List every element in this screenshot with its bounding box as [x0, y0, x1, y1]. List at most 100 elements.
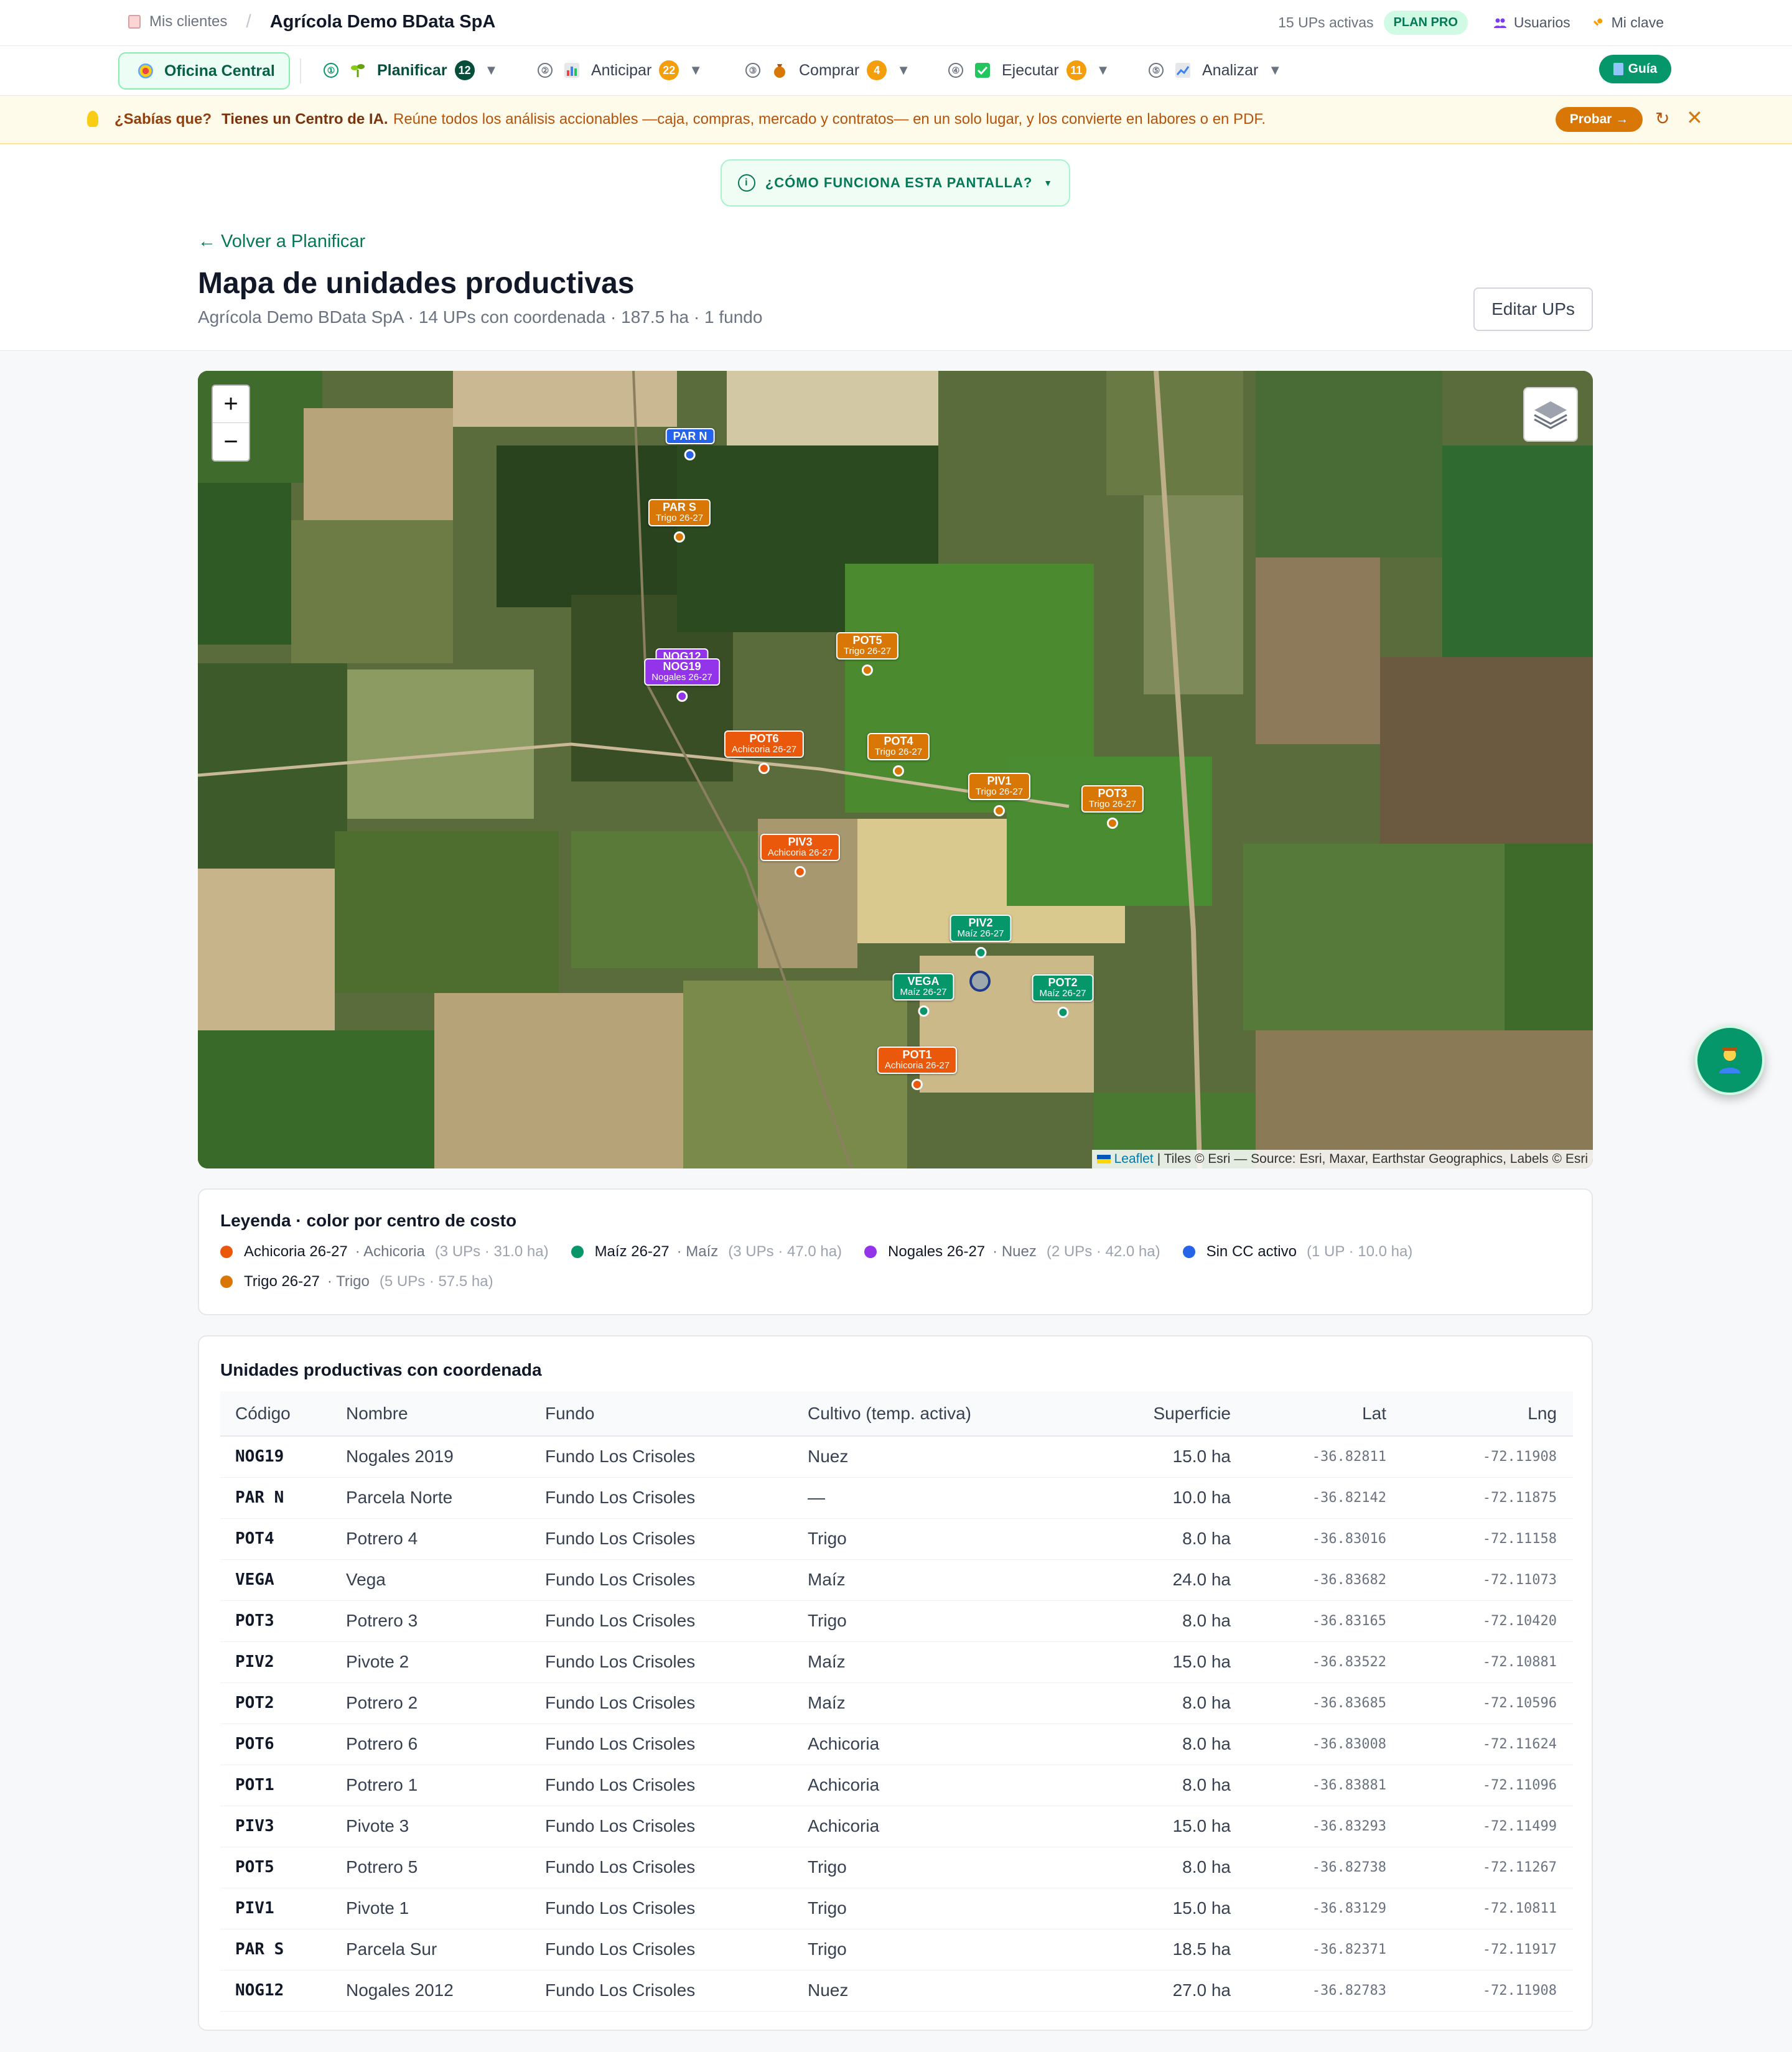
map-marker-piv3[interactable]: PIV3 Achicoria 26-27 — [760, 834, 841, 877]
guide-button[interactable]: Guía — [1599, 55, 1671, 83]
tab-planificar[interactable]: ① Planificar 12 ▼ — [324, 56, 498, 85]
col-header-area[interactable]: Superficie — [1085, 1391, 1247, 1437]
map-marker-vega[interactable]: VEGA Maíz 26-27 — [892, 973, 954, 1017]
marker-code: POT1 — [902, 1048, 932, 1061]
chevron-down-icon[interactable]: ▼ — [897, 62, 910, 78]
users-icon — [1493, 18, 1506, 28]
cell-code: PAR S — [220, 1929, 346, 1970]
cell-name: Potrero 2 — [346, 1682, 545, 1724]
guide-label: Guía — [1628, 62, 1658, 76]
breadcrumb-clients-link[interactable]: Mis clientes — [149, 13, 227, 30]
table-row[interactable]: POT3 Potrero 3 Fundo Los Crisoles Trigo 8.0 … — [220, 1600, 1573, 1642]
table-row[interactable]: POT5 Potrero 5 Fundo Los Crisoles Trigo 8.0 … — [220, 1847, 1573, 1888]
table-row[interactable]: POT2 Potrero 2 Fundo Los Crisoles Maíz 8.0 h… — [220, 1682, 1573, 1724]
col-header-code[interactable]: Código — [220, 1391, 346, 1437]
map-marker-par-n[interactable]: PAR N — [665, 428, 715, 460]
map-marker-par-s[interactable]: PAR S Trigo 26-27 — [648, 499, 711, 543]
map-marker-nog19[interactable]: NOG19 Nogales 26-27 — [644, 658, 720, 702]
selected-location-ring[interactable] — [969, 971, 991, 992]
table-row[interactable]: PIV1 Pivote 1 Fundo Los Crisoles Trigo 15.0 … — [220, 1888, 1573, 1929]
assistant-fab[interactable] — [1695, 1025, 1765, 1095]
map-marker-pot4[interactable]: POT4 Trigo 26-27 — [867, 733, 930, 776]
tab-comprar[interactable]: ③ Comprar 4 ▼ — [745, 56, 910, 85]
cell-lng: -72.11917 — [1402, 1929, 1573, 1970]
close-icon[interactable]: ✕ — [1686, 106, 1703, 129]
cell-lng: -72.10811 — [1402, 1888, 1573, 1929]
table-row[interactable]: POT6 Potrero 6 Fundo Los Crisoles Achicoria… — [220, 1723, 1573, 1765]
table-row[interactable]: PIV2 Pivote 2 Fundo Los Crisoles Maíz 15.0 h… — [220, 1641, 1573, 1683]
edit-ups-button[interactable]: Editar UPs — [1473, 287, 1593, 331]
map-marker-pot5[interactable]: POT5 Trigo 26-27 — [836, 632, 899, 676]
planificar-count-badge: 12 — [454, 60, 475, 80]
cell-area: 8.0 ha — [1085, 1600, 1247, 1642]
tab-anticipar[interactable]: ② Anticipar 22 ▼ — [538, 56, 702, 85]
map-marker-piv2[interactable]: PIV2 Maíz 26-27 — [950, 915, 1012, 958]
map-marker-pot3[interactable]: POT3 Trigo 26-27 — [1081, 785, 1144, 829]
top-bar: Mis clientes / Agrícola Demo BData SpA 1… — [0, 0, 1792, 46]
marker-dot — [974, 947, 986, 958]
marker-code: PIV2 — [968, 916, 993, 929]
map-view[interactable]: + − PAR N PAR S Trigo 26-27 POT5 Trigo 26-… — [198, 371, 1593, 1168]
zoom-in-button[interactable]: + — [213, 386, 249, 423]
tab-planificar-label: Planificar — [377, 61, 447, 79]
marker-code: VEGA — [907, 975, 940, 987]
leaflet-link[interactable]: Leaflet — [1114, 1152, 1154, 1167]
cell-name: Potrero 3 — [346, 1600, 545, 1642]
table-row[interactable]: NOG12 Nogales 2012 Fundo Los Crisoles Nuez 2… — [220, 1970, 1573, 2012]
cell-lng: -72.11908 — [1402, 1436, 1573, 1478]
col-header-crop[interactable]: Cultivo (temp. activa) — [808, 1391, 1085, 1437]
table-row[interactable]: PAR S Parcela Sur Fundo Los Crisoles Trigo 1… — [220, 1929, 1573, 1970]
table-row[interactable]: PIV3 Pivote 3 Fundo Los Crisoles Achicoria 1… — [220, 1806, 1573, 1847]
my-key-link[interactable]: Mi clave — [1592, 14, 1664, 31]
cell-name: Potrero 6 — [346, 1723, 545, 1765]
office-selector[interactable]: Oficina Central — [118, 52, 290, 90]
table-body: NOG19 Nogales 2019 Fundo Los Crisoles Nuez 1… — [220, 1436, 1573, 2012]
clients-icon — [128, 15, 141, 29]
try-button[interactable]: Probar → — [1556, 107, 1643, 132]
chevron-down-icon[interactable]: ▼ — [1268, 62, 1282, 78]
chevron-down-icon[interactable]: ▼ — [485, 62, 498, 78]
marker-label: POT6 Achicoria 26-27 — [724, 730, 805, 758]
chevron-down-icon[interactable]: ▼ — [689, 62, 702, 78]
chevron-down-icon[interactable]: ▼ — [1096, 62, 1110, 78]
users-link[interactable]: Usuarios — [1493, 14, 1570, 31]
cell-lat: -36.83008 — [1247, 1723, 1402, 1765]
cell-lat: -36.82371 — [1247, 1929, 1402, 1970]
cell-crop: Trigo — [808, 1888, 1085, 1929]
tip-headline: Tienes un Centro de IA. — [222, 111, 388, 128]
cell-code: POT6 — [220, 1723, 346, 1765]
cell-code: PAR N — [220, 1477, 346, 1519]
refresh-icon[interactable]: ↻ — [1655, 108, 1669, 129]
attribution-text: | Tiles © Esri — Source: Esri, Maxar, Ea… — [1157, 1152, 1588, 1166]
cell-fundo: Fundo Los Crisoles — [545, 1436, 808, 1478]
map-marker-pot1[interactable]: POT1 Achicoria 26-27 — [877, 1047, 958, 1090]
tab-ejecutar[interactable]: ④ Ejecutar 11 ▼ — [948, 56, 1110, 85]
table-row[interactable]: NOG19 Nogales 2019 Fundo Los Crisoles Nuez 1… — [220, 1436, 1573, 1478]
comprar-count-badge: 4 — [867, 60, 887, 80]
ups-table: Código Nombre Fundo Cultivo (temp. activ… — [220, 1391, 1573, 2012]
map-marker-pot2[interactable]: POT2 Maíz 26-27 — [1032, 974, 1094, 1018]
cell-lat: -36.83016 — [1247, 1518, 1402, 1560]
back-link[interactable]: ← Volver a Planificar — [198, 231, 365, 252]
layers-button[interactable] — [1523, 387, 1578, 442]
marker-crop: Achicoria 26-27 — [767, 847, 833, 858]
col-header-lat[interactable]: Lat — [1247, 1391, 1402, 1437]
map-marker-pot6[interactable]: POT6 Achicoria 26-27 — [724, 730, 805, 774]
cell-lng: -72.11267 — [1402, 1847, 1573, 1888]
table-row[interactable]: PAR N Parcela Norte Fundo Los Crisoles —10.… — [220, 1477, 1573, 1519]
col-header-name[interactable]: Nombre — [346, 1391, 545, 1437]
col-header-lng[interactable]: Lng — [1402, 1391, 1573, 1437]
tab-analizar[interactable]: ⑤ Analizar ▼ — [1149, 56, 1282, 85]
table-row[interactable]: POT1 Potrero 1 Fundo Los Crisoles Achicoria… — [220, 1765, 1573, 1806]
table-row[interactable]: POT4 Potrero 4 Fundo Los Crisoles Trigo 8.0 … — [220, 1518, 1573, 1560]
how-it-works-toggle[interactable]: i ¿CÓMO FUNCIONA ESTA PANTALLA? ▼ — [721, 159, 1070, 207]
col-header-fundo[interactable]: Fundo — [545, 1391, 808, 1437]
cell-area: 15.0 ha — [1085, 1806, 1247, 1847]
marker-label: PIV2 Maíz 26-27 — [950, 915, 1012, 942]
zoom-control: + − — [212, 385, 250, 462]
table-row[interactable]: VEGA Vega Fundo Los Crisoles Maíz 24.0 ha -36… — [220, 1559, 1573, 1601]
marker-dot — [794, 866, 806, 877]
legend-name: Trigo 26-27 — [244, 1273, 320, 1290]
map-marker-piv1[interactable]: PIV1 Trigo 26-27 — [968, 773, 1031, 816]
zoom-out-button[interactable]: − — [213, 423, 249, 460]
